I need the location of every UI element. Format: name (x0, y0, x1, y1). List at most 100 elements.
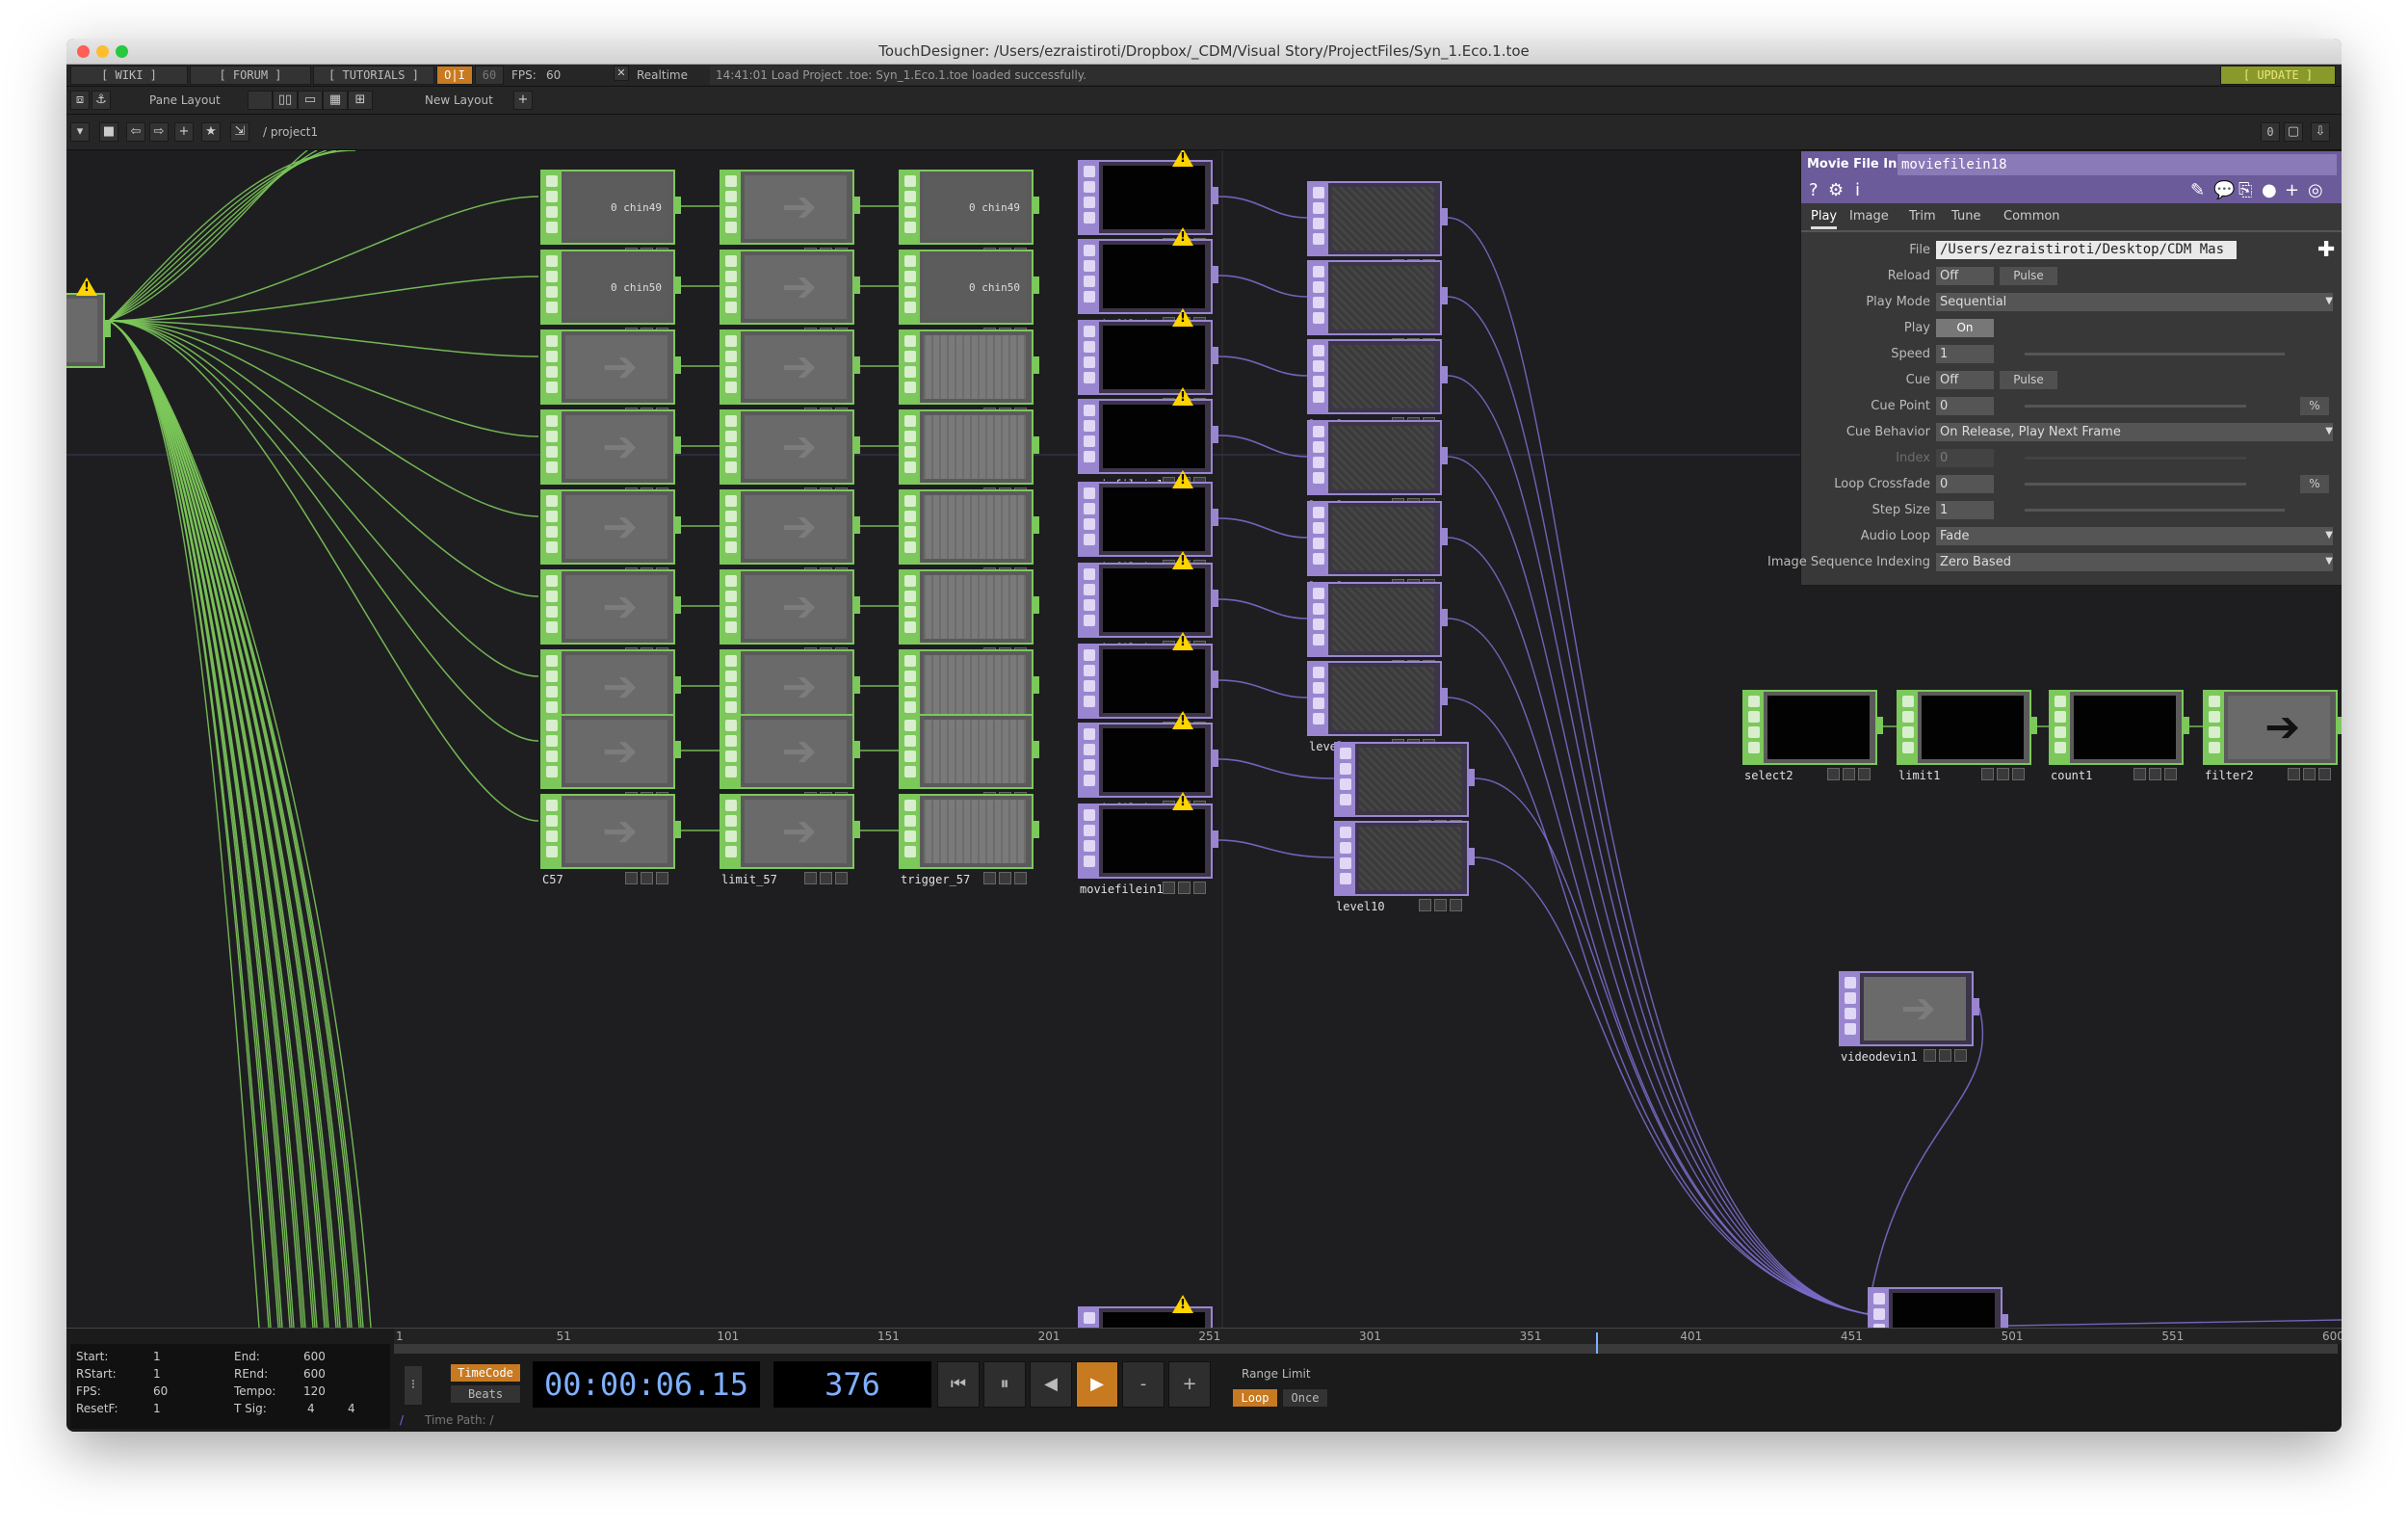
node-output-partial[interactable] (1868, 1287, 2008, 1328)
network-editor[interactable]: 0 chin49C49➔limit_490 chin49trigger_490 … (66, 150, 2342, 1328)
beats-button[interactable]: Beats (450, 1384, 521, 1404)
operator-flags[interactable] (721, 716, 741, 787)
output-connector[interactable] (2001, 1314, 2008, 1328)
output-connector[interactable] (852, 741, 860, 758)
viewer-flag-icon[interactable] (1163, 882, 1175, 894)
tab-play[interactable]: Play (1811, 209, 1838, 229)
operator-flags[interactable] (1080, 322, 1099, 393)
output-connector[interactable] (1211, 509, 1218, 526)
output-connector[interactable] (673, 436, 681, 454)
display-flag-icon[interactable] (1434, 899, 1447, 911)
display-flag-icon[interactable] (2303, 768, 2316, 780)
operator-flags[interactable] (1309, 584, 1328, 655)
output-connector[interactable] (1211, 750, 1218, 767)
operator-flags[interactable] (542, 716, 562, 787)
viewer-flag-icon[interactable] (1924, 1049, 1936, 1062)
frame-display[interactable]: 376 (773, 1361, 931, 1408)
node-level10[interactable]: level10 (1334, 821, 1475, 917)
operator-flags[interactable] (901, 571, 920, 643)
warning-icon[interactable] (1172, 150, 1193, 167)
warning-icon[interactable] (1172, 308, 1193, 327)
update-button[interactable]: [ UPDATE ] (2220, 66, 2336, 85)
node-limit1[interactable]: limit1 (1897, 690, 2037, 786)
operator-flags[interactable] (901, 251, 920, 323)
play-mode-menu[interactable]: Sequential (1936, 293, 2333, 311)
tempo-value[interactable]: 120 (303, 1384, 326, 1398)
step-back-icon[interactable]: ◀ (1030, 1361, 1072, 1408)
output-connector[interactable] (673, 741, 681, 758)
display-flag-icon[interactable] (2149, 768, 2161, 780)
cue-behavior-menu[interactable]: On Release, Play Next Frame (1936, 423, 2333, 441)
output-connector[interactable] (2182, 717, 2189, 734)
rewind-icon[interactable]: ⏮ (937, 1361, 980, 1408)
timecode-display[interactable]: 00:00:06.15 (533, 1361, 760, 1408)
operator-flags[interactable] (721, 651, 741, 723)
warning-icon[interactable] (1172, 551, 1193, 569)
display-flag-icon[interactable] (641, 872, 653, 884)
edit-icon[interactable]: ✎ (2190, 180, 2205, 200)
node-label[interactable]: moviefilein15 (1078, 883, 1170, 896)
forward-icon[interactable]: ⇨ (149, 122, 169, 142)
output-connector[interactable] (1211, 426, 1218, 443)
cue-point-unit[interactable]: % (2300, 397, 2329, 415)
pin-icon[interactable]: ⇩ (2311, 122, 2330, 142)
output-connector[interactable] (673, 277, 681, 294)
node-count1[interactable]: count1 (2049, 690, 2189, 786)
time-path[interactable]: Time Path: / (425, 1411, 493, 1429)
operator-flags[interactable] (901, 651, 920, 723)
operator-flags[interactable] (2205, 692, 2224, 763)
operator-flags[interactable] (1336, 744, 1355, 815)
output-connector[interactable] (1467, 848, 1475, 865)
output-connector[interactable] (852, 356, 860, 374)
layout-four-icon[interactable]: ⊞ (348, 91, 373, 110)
tutorials-button[interactable]: [ TUTORIALS ] (313, 66, 434, 85)
operator-flags[interactable] (901, 171, 920, 243)
display-flag-icon[interactable] (820, 872, 832, 884)
speed-field[interactable]: 1 (1936, 345, 1994, 363)
node-label[interactable]: videodevin1 (1839, 1050, 1917, 1064)
rstart-value[interactable]: 1 (153, 1367, 161, 1381)
output-connector[interactable] (1440, 447, 1448, 464)
output-connector[interactable] (1440, 609, 1448, 626)
operator-flags[interactable] (1080, 241, 1099, 312)
rend-value[interactable]: 600 (303, 1367, 326, 1381)
operator-flags[interactable] (542, 491, 562, 563)
cue-toggle[interactable]: Off (1936, 371, 1994, 389)
operator-flags[interactable] (721, 411, 741, 483)
output-connector[interactable] (1032, 197, 1039, 214)
cue-point-field[interactable]: 0 (1936, 397, 1994, 415)
output-connector[interactable] (852, 676, 860, 694)
node-label[interactable]: trigger_57 (899, 873, 970, 886)
warning-icon[interactable] (1172, 1295, 1193, 1313)
node-C57[interactable]: ➔ C57 (540, 794, 681, 890)
output-connector[interactable] (673, 516, 681, 534)
operator-flags[interactable] (901, 331, 920, 403)
source-node[interactable] (66, 293, 111, 389)
fps-setting[interactable]: 60 (153, 1384, 168, 1398)
layout-single-icon[interactable] (248, 91, 273, 110)
operator-flags[interactable] (542, 331, 562, 403)
operator-flags[interactable] (542, 171, 562, 243)
pane-split-icon[interactable]: ⧈ (70, 91, 90, 110)
file-field[interactable]: /Users/ezraistiroti/Desktop/CDM Mas (1936, 241, 2237, 259)
help-icon[interactable]: ? (1809, 180, 1819, 200)
tab-trim[interactable]: Trim (1909, 209, 1936, 224)
operator-flags[interactable] (901, 411, 920, 483)
anchor-icon[interactable]: ⚓ (92, 91, 111, 110)
node-label[interactable]: filter2 (2203, 769, 2254, 782)
tab-common[interactable]: Common (2003, 209, 2060, 224)
viewer-flag-icon[interactable] (1981, 768, 1994, 780)
node-label[interactable]: level10 (1334, 900, 1385, 913)
loop-crossfade-unit[interactable]: % (2300, 475, 2329, 493)
tsig-b[interactable]: 4 (348, 1402, 355, 1415)
render-flag-icon[interactable] (1014, 872, 1027, 884)
node-label[interactable]: limit_57 (720, 873, 777, 886)
node-limit_57[interactable]: ➔ limit_57 (720, 794, 860, 890)
output-connector[interactable] (673, 676, 681, 694)
fps-target[interactable]: 60 (475, 66, 504, 85)
operator-flags[interactable] (1080, 401, 1099, 472)
pane-counter[interactable]: 0 (2261, 122, 2280, 142)
info-icon[interactable]: i (1855, 180, 1860, 200)
operator-flags[interactable] (1080, 484, 1099, 555)
warning-icon[interactable] (1172, 792, 1193, 810)
